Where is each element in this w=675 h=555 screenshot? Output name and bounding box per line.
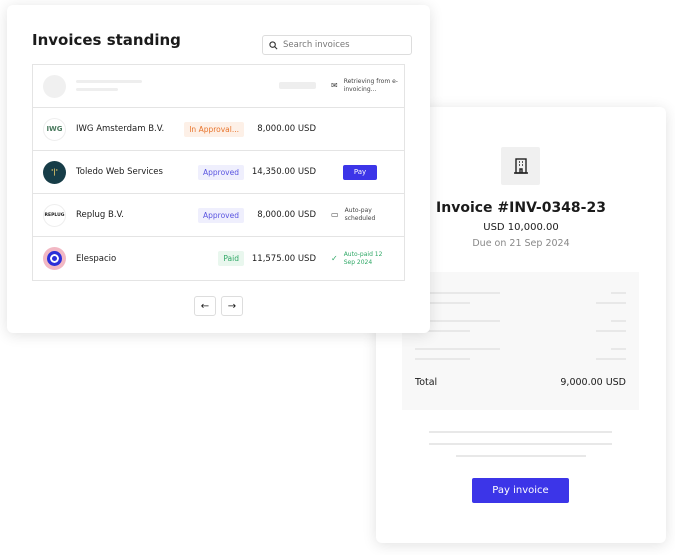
prev-page-button[interactable]: ← [194, 296, 216, 316]
table-row[interactable]: REPLUG Replug B.V. Approved 8,000.00 USD… [33, 194, 404, 237]
pay-button[interactable]: Pay [343, 164, 377, 180]
calendar-icon: ▭ [331, 210, 339, 219]
pay-invoice-button[interactable]: Pay invoice [472, 478, 569, 503]
row-status: Auto-pay scheduled [344, 207, 376, 222]
invoice-table: ✉ Retrieving from e-invoicing... IWG IWG … [32, 64, 405, 281]
company-logo: '|' [43, 160, 66, 184]
status-badge: In Approval... [184, 121, 244, 137]
company-logo: REPLUG [43, 203, 66, 227]
mail-icon: ✉ [331, 81, 338, 90]
amount: 8,000.00 USD [257, 124, 316, 134]
table-row[interactable]: '|' Toledo Web Services Approved 14,350.… [33, 151, 404, 194]
row-status: Auto-paid 12 Sep 2024 [343, 250, 383, 266]
table-row[interactable]: IWG IWG Amsterdam B.V. In Approval... 8,… [33, 108, 404, 151]
status-badge: Approved [198, 207, 244, 223]
invoices-card: Invoices standing Search invoices ✉ Retri… [7, 5, 430, 333]
page-title: Invoices standing [32, 31, 181, 49]
amount: 14,350.00 USD [251, 167, 316, 177]
total-value: 9,000.00 USD [560, 377, 626, 388]
table-row[interactable]: Elespacio Paid 11,575.00 USD ✓ Auto-paid … [33, 237, 404, 280]
company-name: Elespacio [76, 253, 117, 264]
table-row-loading: ✉ Retrieving from e-invoicing... [33, 65, 404, 108]
company-name: IWG Amsterdam B.V. [76, 124, 165, 134]
loading-status: Retrieving from e-invoicing... [343, 78, 398, 93]
search-icon [269, 40, 278, 49]
amount: 11,575.00 USD [251, 253, 316, 264]
status-badge: Paid [218, 251, 244, 266]
company-logo: IWG [43, 117, 66, 141]
amount: 8,000.00 USD [257, 210, 316, 220]
building-icon [501, 147, 540, 185]
company-logo [43, 247, 66, 270]
search-input[interactable]: Search invoices [262, 35, 412, 55]
company-name: Replug B.V. [76, 210, 124, 220]
status-badge: Approved [198, 164, 244, 180]
check-circle-icon: ✓ [331, 253, 338, 263]
invoice-lines: Total 9,000.00 USD [402, 272, 639, 410]
next-page-button[interactable]: → [221, 296, 243, 316]
company-name: Toledo Web Services [76, 167, 163, 177]
search-placeholder: Search invoices [283, 40, 350, 50]
total-label: Total [415, 377, 438, 388]
